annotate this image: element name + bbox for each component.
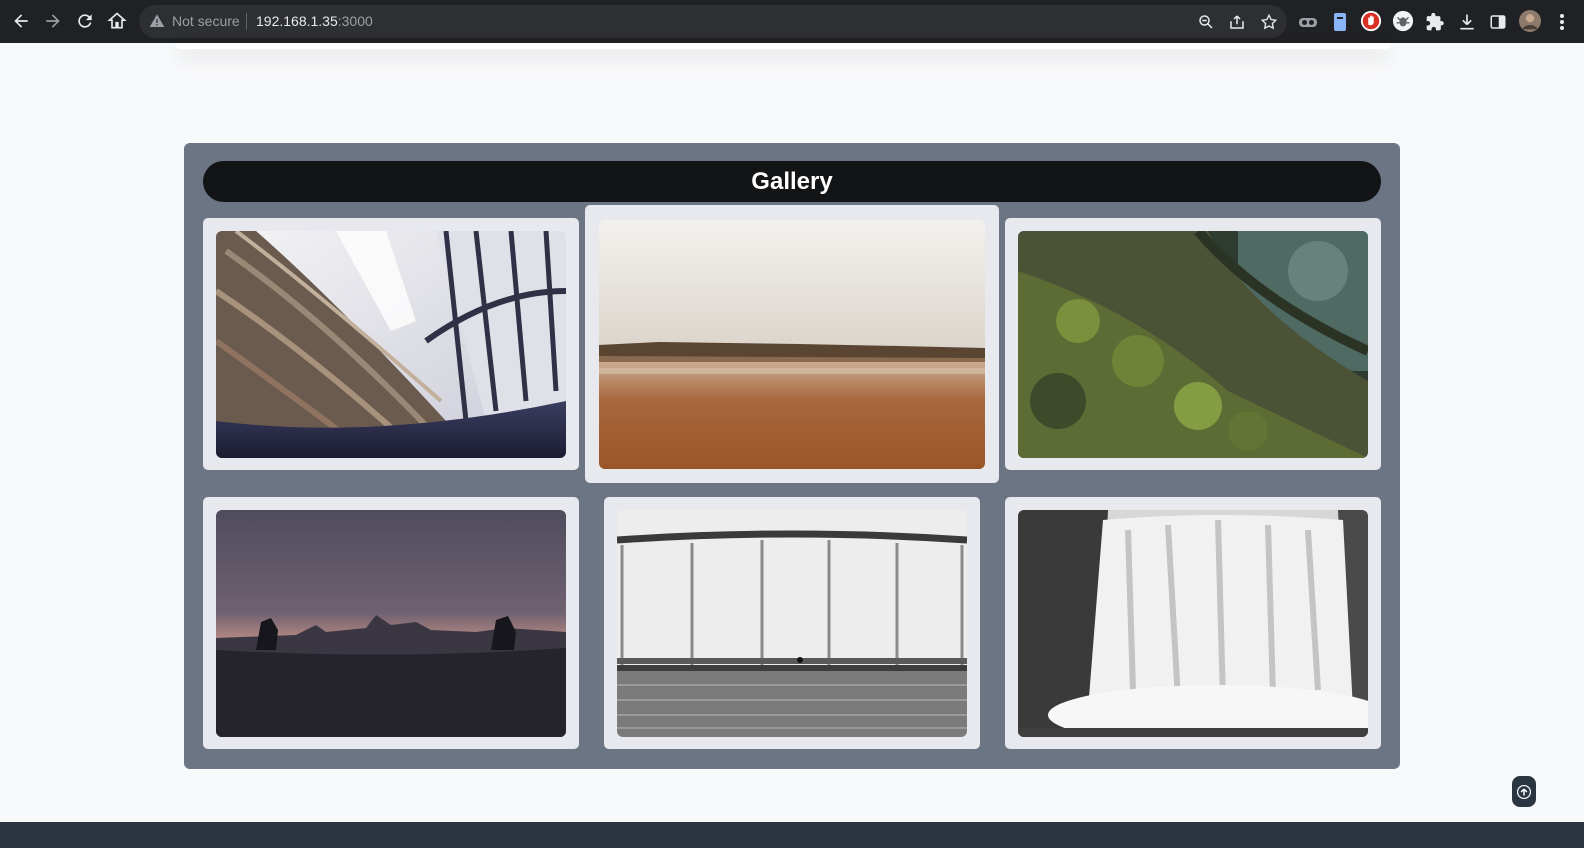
- arrow-left-icon: [14, 14, 28, 28]
- gallery-image-library[interactable]: [216, 231, 566, 458]
- gallery-title: Gallery: [203, 161, 1381, 202]
- gallery-card[interactable]: [203, 497, 579, 749]
- gallery-section: Gallery: [184, 143, 1400, 769]
- address-bar[interactable]: Not secure 192.168.1.35:3000: [139, 5, 1287, 38]
- gallery-image-moss[interactable]: [1018, 231, 1368, 458]
- url-port: :3000: [337, 13, 373, 29]
- gallery-image-dusk[interactable]: [216, 510, 566, 737]
- home-icon: [107, 12, 127, 29]
- scroll-to-top-button[interactable]: [1512, 776, 1536, 807]
- security-label[interactable]: Not secure: [172, 13, 240, 29]
- extension-adblock-icon[interactable]: [1360, 10, 1382, 32]
- side-panel-icon[interactable]: [1487, 11, 1509, 33]
- url-text[interactable]: 192.168.1.35:3000: [256, 13, 373, 29]
- gallery-image-waterfall[interactable]: [1018, 510, 1368, 737]
- share-icon[interactable]: [1228, 13, 1246, 31]
- zoom-icon[interactable]: [1197, 13, 1215, 31]
- gallery-card-hovered[interactable]: [585, 205, 999, 483]
- browser-toolbar: Not secure 192.168.1.35:3000: [0, 0, 1584, 43]
- footer: [0, 822, 1584, 848]
- url-host: 192.168.1.35: [256, 13, 338, 29]
- gallery-image-lake[interactable]: [599, 220, 985, 469]
- gallery-card[interactable]: [203, 218, 579, 470]
- gallery-image-bridge[interactable]: [617, 510, 967, 737]
- reload-icon: [78, 14, 92, 28]
- omnibox-divider: [246, 13, 247, 30]
- gallery-card[interactable]: [1005, 218, 1381, 470]
- back-button[interactable]: [9, 9, 33, 33]
- extensions-puzzle-icon[interactable]: [1424, 11, 1446, 33]
- extension-bug-icon[interactable]: [1392, 10, 1414, 32]
- gallery-card[interactable]: [604, 497, 980, 749]
- arrow-up-icon: [1517, 784, 1531, 799]
- navbar-card-bottom: [175, 43, 1391, 49]
- forward-button[interactable]: [41, 9, 65, 33]
- extension-document-icon[interactable]: [1329, 11, 1351, 33]
- arrow-right-icon: [46, 14, 60, 28]
- gallery-card[interactable]: [1005, 497, 1381, 749]
- reload-button[interactable]: [73, 9, 97, 33]
- bookmark-star-icon[interactable]: [1260, 13, 1278, 31]
- profile-avatar[interactable]: [1519, 10, 1541, 32]
- menu-kebab-icon[interactable]: [1551, 11, 1573, 33]
- download-icon[interactable]: [1456, 11, 1478, 33]
- extension-glasses-icon[interactable]: [1297, 11, 1319, 33]
- warning-icon: [149, 14, 165, 27]
- home-button[interactable]: [105, 9, 129, 33]
